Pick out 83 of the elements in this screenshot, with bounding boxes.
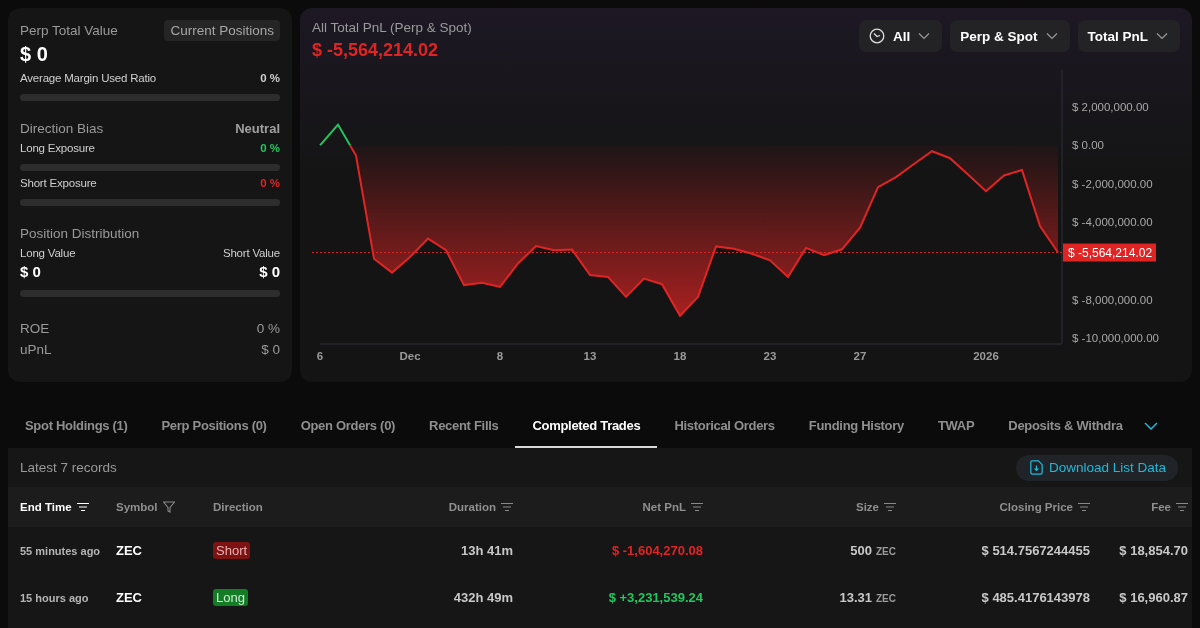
duration-cell: 432h 49m <box>453 590 513 605</box>
tab[interactable]: Funding History <box>791 404 921 448</box>
download-button[interactable]: Download List Data <box>1015 454 1178 481</box>
stat-label: Short Exposure <box>20 177 97 189</box>
y-axis-label: $ -10,000,000.00 <box>1072 332 1159 345</box>
net-pnl-cell: $ -1,604,270.08 <box>611 543 703 558</box>
end-time-cell: 15 hours ago <box>20 591 89 604</box>
end-time-cell: 55 minutes ago <box>20 544 101 557</box>
tab[interactable]: Open Orders (0) <box>283 404 413 448</box>
filter-dropdown[interactable]: All <box>858 20 943 52</box>
y-axis-label: $ -2,000,000.00 <box>1072 177 1153 190</box>
metric-value: 0 % <box>256 321 280 336</box>
chevron-down-icon[interactable] <box>1143 422 1158 430</box>
x-axis-label: Dec <box>399 350 421 362</box>
x-axis-label: 2026 <box>973 350 999 362</box>
x-axis-label: 23 <box>763 350 777 362</box>
file-download-icon <box>1027 459 1045 476</box>
clock-icon <box>868 28 885 44</box>
size-cell: 500 <box>850 543 872 558</box>
section-title: Position Distribution <box>20 226 140 241</box>
fee-cell: $ 18,854.70 <box>1119 543 1188 558</box>
stat-label: Short Value <box>222 247 280 259</box>
stat-label: Long Value <box>20 247 76 259</box>
column-header[interactable]: Direction <box>213 501 263 513</box>
x-axis-label: 13 <box>583 350 597 362</box>
chevron-down-icon <box>1045 32 1058 40</box>
symbol-cell: ZEC <box>116 590 142 605</box>
metric-label: uPnL <box>20 342 52 357</box>
chevron-down-icon <box>1156 32 1168 40</box>
total-pnl-value: $ -5,564,214.02 <box>312 40 440 61</box>
y-axis-label: $ -8,000,000.00 <box>1072 293 1153 306</box>
perp-total-value-label: Perp Total Value <box>20 23 118 38</box>
x-axis-label: 18 <box>673 350 687 362</box>
direction-bias-value: Neutral <box>235 121 280 136</box>
stat-value: 0 % <box>260 177 280 189</box>
size-unit: ZEC <box>876 546 896 557</box>
column-header[interactable]: Duration <box>448 501 496 513</box>
tab[interactable]: Historical Orders <box>657 404 792 448</box>
size-cell: 13.31 <box>839 590 872 605</box>
current-positions-button[interactable]: Current Positions <box>164 20 280 41</box>
size-unit: ZEC <box>876 593 896 604</box>
y-axis-label: $ -4,000,000.00 <box>1072 216 1153 229</box>
column-header[interactable]: Closing Price <box>999 501 1073 513</box>
column-header[interactable]: End Time <box>20 501 72 513</box>
column-header[interactable]: Size <box>856 501 879 513</box>
x-axis-label: 8 <box>496 350 504 362</box>
chart-title: All Total PnL (Perp & Spot) <box>312 20 472 35</box>
column-header[interactable]: Symbol <box>116 501 158 513</box>
stat-value: 0 % <box>260 72 280 84</box>
short-value: $ 0 <box>259 263 280 280</box>
closing-price-cell: $ 485.4176143978 <box>981 590 1090 605</box>
duration-cell: 13h 41m <box>460 543 513 558</box>
records-count: Latest 7 records <box>20 460 117 475</box>
tab[interactable]: Perp Positions (0) <box>144 404 284 448</box>
tab[interactable]: Recent Fills <box>412 404 516 448</box>
column-header[interactable]: Net PnL <box>642 501 686 513</box>
filter-dropdown[interactable]: Total PnL <box>1077 20 1180 52</box>
fee-cell: $ 16,960.87 <box>1119 590 1188 605</box>
chevron-down-icon <box>918 32 931 40</box>
metric-label: ROE <box>20 321 50 336</box>
closing-price-cell: $ 514.7567244455 <box>981 543 1090 558</box>
stat-value: 0 % <box>260 142 280 154</box>
perp-total-value: $ 0 <box>20 43 49 66</box>
direction-badge: Long <box>213 589 248 606</box>
stat-label: Long Exposure <box>20 142 95 154</box>
metric-value: $ 0 <box>261 342 280 357</box>
filter-dropdown[interactable]: Perp & Spot <box>950 20 1070 52</box>
x-axis-label: 27 <box>853 350 867 362</box>
tab[interactable]: Spot Holdings (1) <box>8 404 145 448</box>
stat-label: Average Margin Used Ratio <box>20 72 157 84</box>
section-title: Direction Bias <box>20 121 104 136</box>
long-value: $ 0 <box>20 263 41 280</box>
tab[interactable]: TWAP <box>920 404 992 448</box>
column-header[interactable]: Fee <box>1151 501 1171 513</box>
last-value-tag: $ -5,564,214.02 <box>1063 243 1156 262</box>
net-pnl-cell: $ +3,231,539.24 <box>608 590 703 605</box>
tab[interactable]: Deposits & Withdra <box>991 404 1140 448</box>
direction-badge: Short <box>213 542 251 559</box>
y-axis-label: $ 2,000,000.00 <box>1072 100 1149 113</box>
x-axis-label: 6 <box>316 350 324 362</box>
symbol-cell: ZEC <box>116 543 142 558</box>
y-axis-label: $ 0.00 <box>1072 139 1104 152</box>
filter-icon[interactable] <box>162 501 175 513</box>
